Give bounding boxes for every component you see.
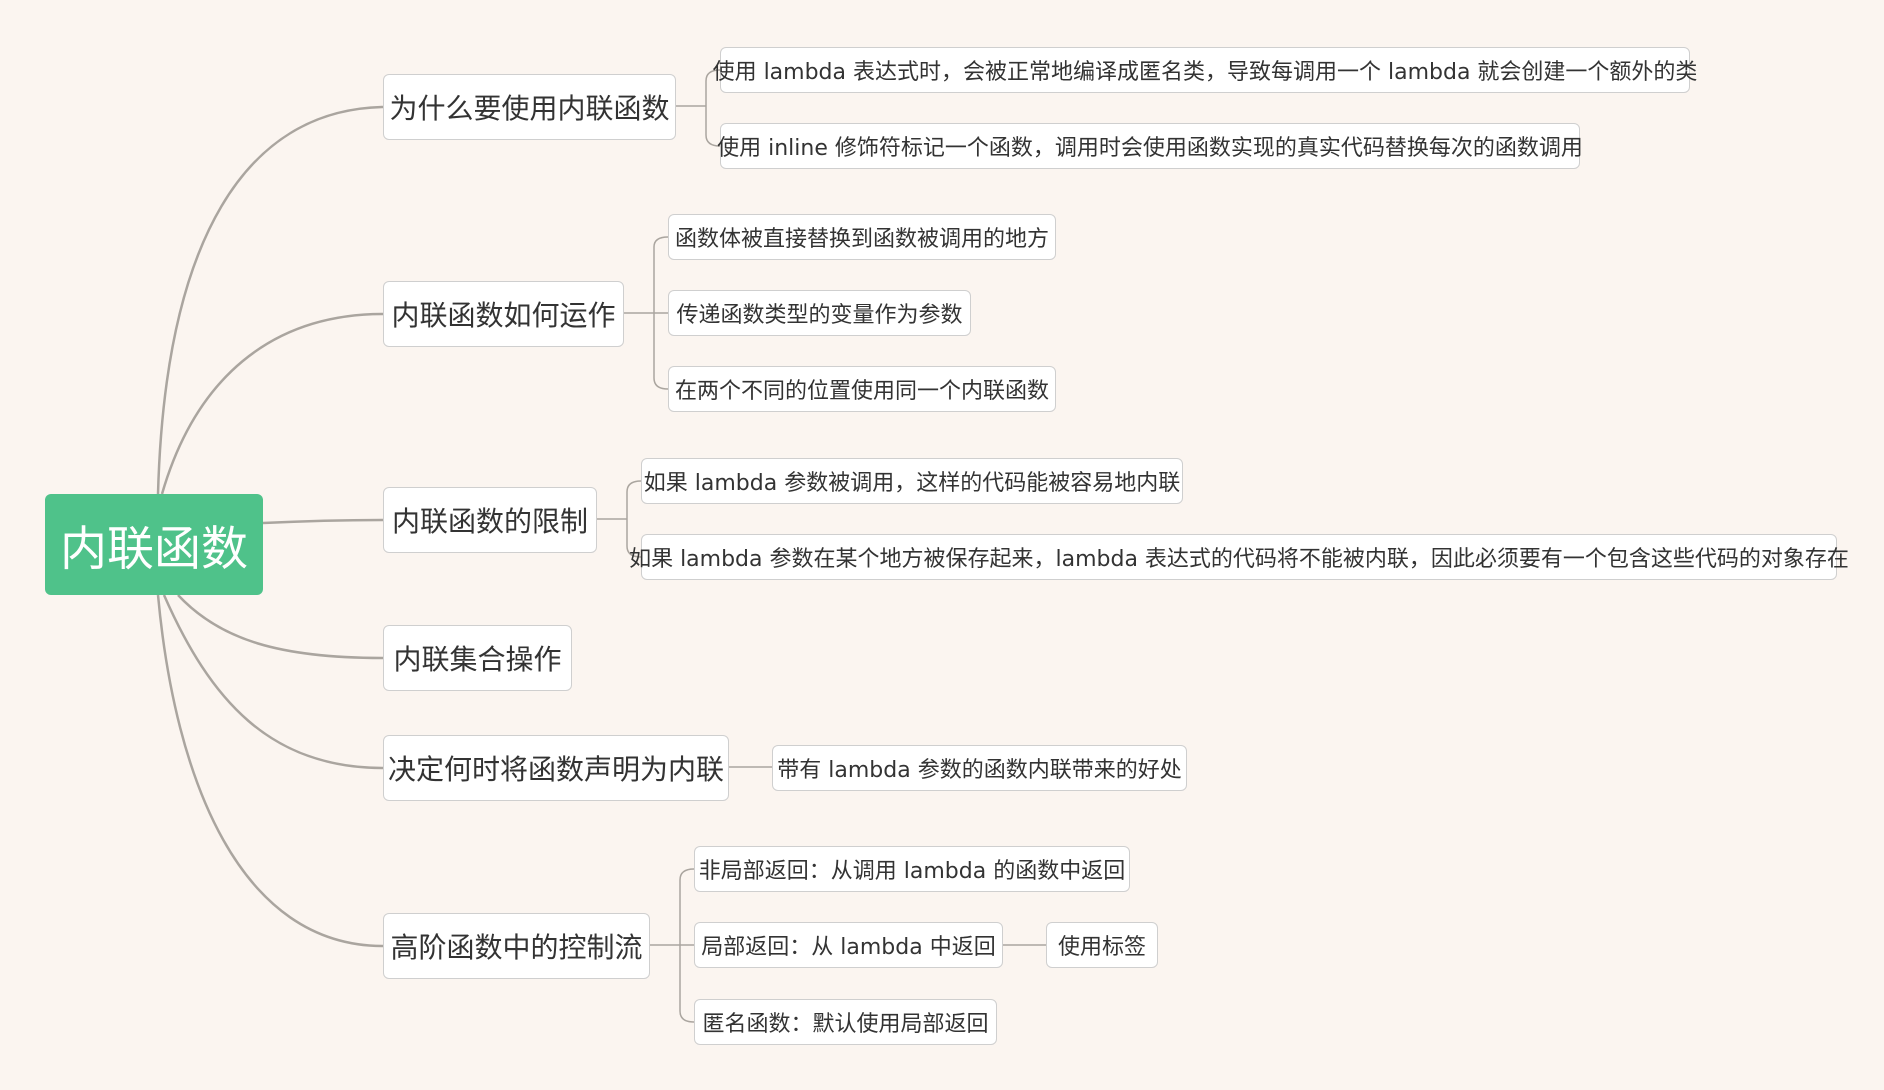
leaf-label: 带有 lambda 参数的函数内联带来的好处 <box>777 758 1182 783</box>
connector-root-b0 <box>156 105 384 495</box>
branch-node-control-flow[interactable]: 高阶函数中的控制流 <box>383 913 650 979</box>
branch-node-inline-limits[interactable]: 内联函数的限制 <box>383 487 597 553</box>
branch-node-inline-collections[interactable]: 内联集合操作 <box>383 625 572 691</box>
leaf-label: 使用 inline 修饰符标记一个函数，调用时会使用函数实现的真实代码替换每次的… <box>717 136 1583 161</box>
connector-root-b3 <box>177 594 384 660</box>
leaf-label: 局部返回：从 lambda 中返回 <box>701 935 996 960</box>
leaf-node[interactable]: 使用 lambda 表达式时，会被正常地编译成匿名类，导致每调用一个 lambd… <box>713 47 1697 93</box>
leaf-node[interactable]: 在两个不同的位置使用同一个内联函数 <box>668 366 1056 412</box>
leaf-node[interactable]: 匿名函数：默认使用局部返回 <box>694 999 997 1045</box>
connector-root-b4 <box>162 594 384 770</box>
leaf-node[interactable]: 函数体被直接替换到函数被调用的地方 <box>668 214 1056 260</box>
leaf-node[interactable]: 非局部返回：从调用 lambda 的函数中返回 <box>694 846 1130 892</box>
leaf-node[interactable]: 如果 lambda 参数在某个地方被保存起来，lambda 表达式的代码将不能被… <box>629 534 1849 580</box>
leaf-label: 传递函数类型的变量作为参数 <box>676 303 963 328</box>
connector-b5-children <box>650 868 695 1023</box>
leaf-label: 在两个不同的位置使用同一个内联函数 <box>675 379 1050 404</box>
branch-label: 内联函数如何运作 <box>391 299 616 332</box>
leaf-node-use-labels[interactable]: 使用标签 <box>1046 922 1158 968</box>
branch-label: 高阶函数中的控制流 <box>390 931 643 964</box>
branch-label: 内联函数的限制 <box>392 505 589 538</box>
leaf-node[interactable]: 如果 lambda 参数被调用，这样的代码能被容易地内联 <box>641 458 1183 504</box>
root-topic-label: 内联函数 <box>60 522 248 577</box>
branch-label: 决定何时将函数声明为内联 <box>388 753 725 786</box>
leaf-node[interactable]: 带有 lambda 参数的函数内联带来的好处 <box>772 745 1187 791</box>
root-topic-node[interactable]: 内联函数 <box>45 494 263 595</box>
leaf-label: 匿名函数：默认使用局部返回 <box>702 1012 989 1037</box>
leaf-node[interactable]: 局部返回：从 lambda 中返回 <box>694 922 1003 968</box>
branch-label: 内联集合操作 <box>393 643 562 676</box>
mind-map-canvas: 内联函数 为什么要使用内联函数 使用 lambda 表达式时，会被正常地编译成匿… <box>0 0 1884 1090</box>
leaf-label: 如果 lambda 参数在某个地方被保存起来，lambda 表达式的代码将不能被… <box>629 547 1849 572</box>
leaf-label: 非局部返回：从调用 lambda 的函数中返回 <box>698 859 1126 884</box>
leaf-label: 使用标签 <box>1058 935 1147 960</box>
branch-label: 为什么要使用内联函数 <box>389 92 670 125</box>
connector-root-b1 <box>160 312 384 495</box>
leaf-label: 如果 lambda 参数被调用，这样的代码能被容易地内联 <box>643 471 1181 496</box>
branch-node-why-inline[interactable]: 为什么要使用内联函数 <box>383 74 676 140</box>
branch-node-when-to-inline[interactable]: 决定何时将函数声明为内联 <box>383 735 729 801</box>
connector-b1-children <box>624 236 669 390</box>
leaf-label: 函数体被直接替换到函数被调用的地方 <box>675 227 1050 252</box>
connector-root-b2 <box>262 518 384 525</box>
branch-node-how-inline-works[interactable]: 内联函数如何运作 <box>383 281 624 347</box>
leaf-label: 使用 lambda 表达式时，会被正常地编译成匿名类，导致每调用一个 lambd… <box>712 60 1698 85</box>
leaf-node[interactable]: 传递函数类型的变量作为参数 <box>668 290 971 336</box>
leaf-node[interactable]: 使用 inline 修饰符标记一个函数，调用时会使用函数实现的真实代码替换每次的… <box>717 123 1583 169</box>
